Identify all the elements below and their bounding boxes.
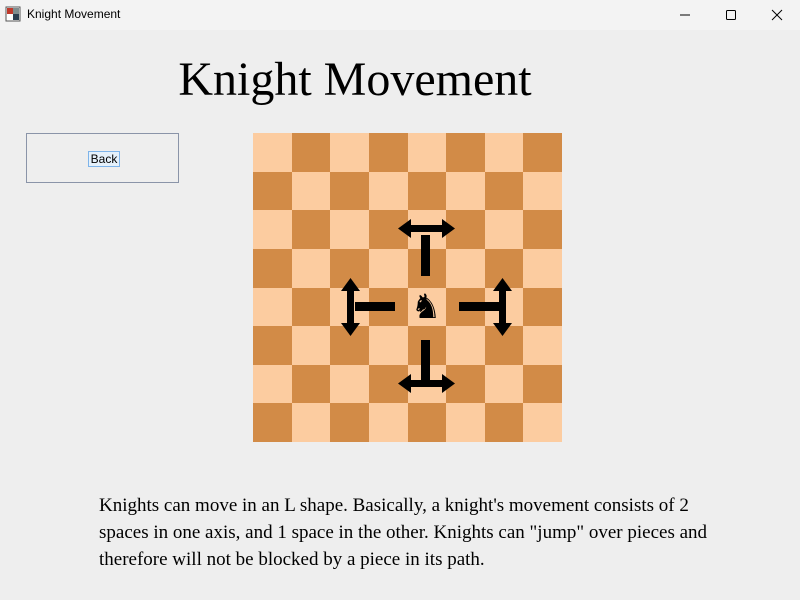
close-icon (771, 9, 783, 21)
maximize-button[interactable] (708, 0, 754, 30)
window-titlebar: Knight Movement (0, 0, 800, 30)
app-icon (5, 6, 21, 22)
minimize-button[interactable] (662, 0, 708, 30)
minimize-icon (680, 14, 690, 16)
close-button[interactable] (754, 0, 800, 30)
description-text: Knights can move in an L shape. Basicall… (99, 495, 708, 570)
page-title: Knight Movement (178, 53, 532, 106)
down-arrow-icon (398, 340, 455, 393)
back-button[interactable]: Back (88, 151, 120, 167)
knight-icon: ♞ (411, 287, 441, 327)
window-title: Knight Movement (27, 7, 121, 21)
knight-movement-diagram: ♞ (341, 219, 512, 393)
up-arrow-icon (398, 219, 455, 276)
back-button-panel[interactable]: Back (26, 133, 179, 183)
maximize-icon (726, 10, 736, 20)
right-arrow-icon (459, 278, 512, 336)
left-arrow-icon (341, 278, 395, 336)
